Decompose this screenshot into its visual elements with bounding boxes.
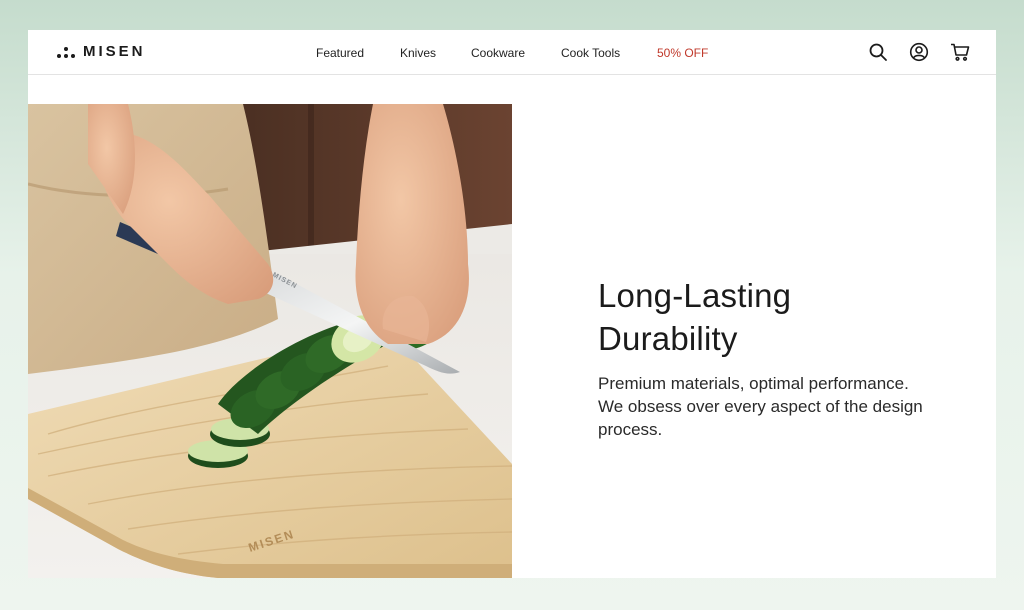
nav-item-featured[interactable]: Featured [316,45,364,61]
main-menu: Featured Knives Cookware Cook Tools 50% … [28,45,996,61]
nav-item-cookware[interactable]: Cookware [471,45,525,61]
feature-headline: Long-Lasting Durability [598,274,928,360]
hero-illustration: MISEN MISEN [28,104,512,578]
search-icon[interactable] [868,42,888,62]
nav-item-cook-tools[interactable]: Cook Tools [561,45,620,61]
account-icon[interactable] [909,42,929,62]
headline-line-1: Long-Lasting [598,277,792,314]
page-frame: MISEN Featured Knives Cookware Cook Tool… [28,30,996,578]
headline-line-2: Durability [598,320,738,357]
feature-copy: Long-Lasting Durability Premium material… [598,274,928,441]
nav-item-sale[interactable]: 50% OFF [657,45,708,61]
top-nav: MISEN Featured Knives Cookware Cook Tool… [28,30,996,75]
hero-image: MISEN MISEN [28,104,512,578]
nav-item-knives[interactable]: Knives [400,45,436,61]
feature-description: Premium materials, optimal performance. … [598,374,923,439]
cart-icon[interactable] [950,42,970,62]
header-actions [868,42,970,62]
